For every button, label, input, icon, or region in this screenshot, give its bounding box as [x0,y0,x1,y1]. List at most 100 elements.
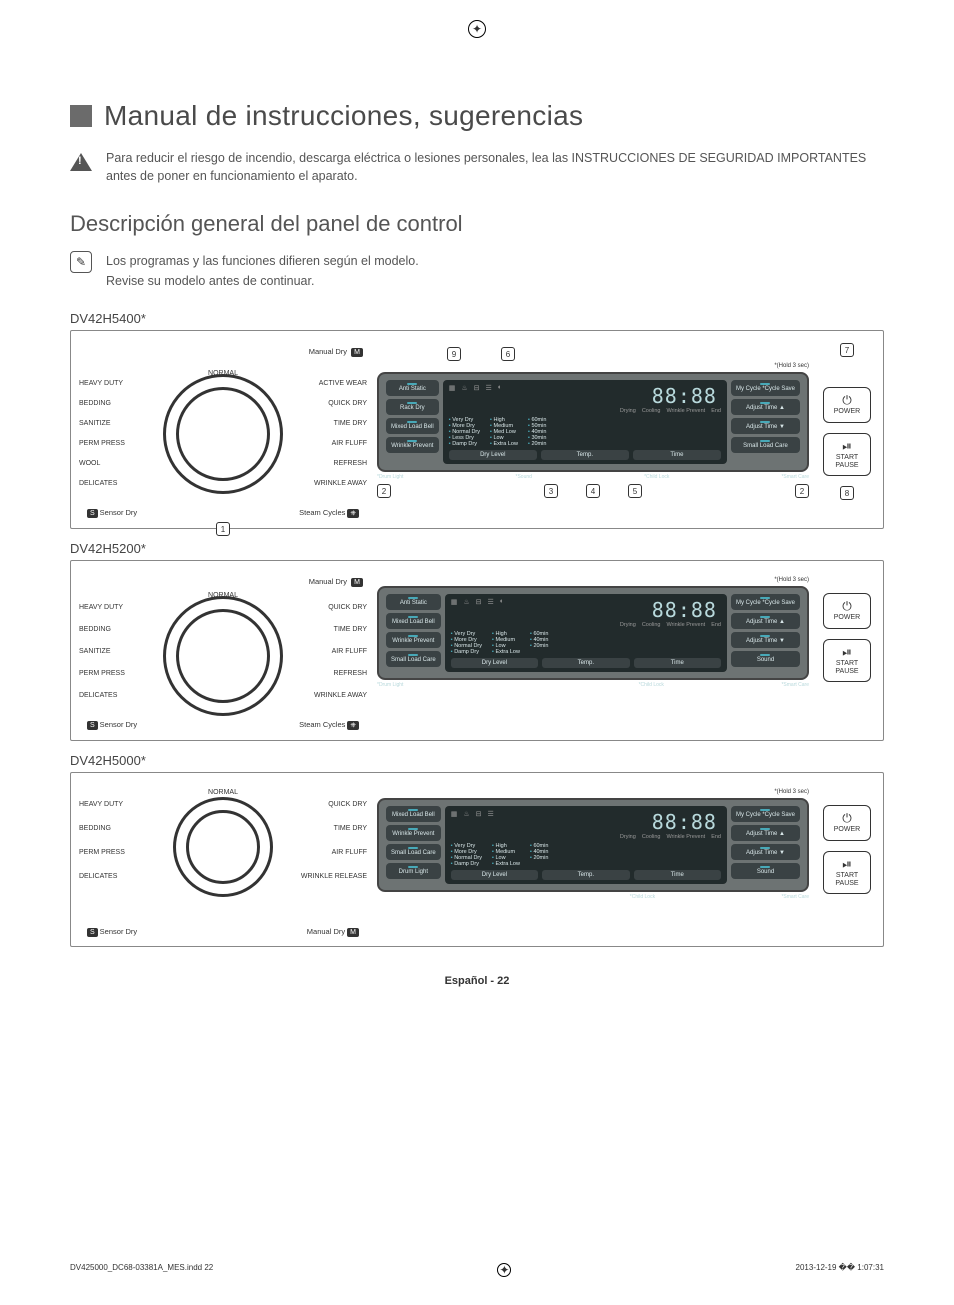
cycle-dial-m3[interactable] [173,797,273,897]
m3-tab-time[interactable]: Time [634,870,721,880]
m2-sound[interactable]: Sound [731,651,800,667]
dl-damp: Damp Dry [449,441,480,447]
lcd-display-m1: Anti Static Rack Dry Mixed Load Bell Wri… [377,372,809,472]
callout-7: 7 [840,343,854,357]
print-file: DV425000_DC68-03381A_MES.indd 22 [70,1263,213,1277]
note-icon: ✎ [70,251,92,273]
warning-text: Para reducir el riesgo de incendio, desc… [106,150,884,185]
lcd-icons-m3: ▦♨⊟☰ [451,810,494,832]
m2-tab-time[interactable]: Time [634,658,721,668]
callout-2a: 2 [377,484,391,498]
steam-m2: Steam Cycles [299,720,345,729]
foot-sound: *Sound [516,474,532,480]
hold-label-m1: *(Hold 3 sec) [377,363,809,369]
dl-airfluff: AIR FLUFF [332,440,367,447]
dl2-delicates: DELICATES [79,692,117,699]
dial-top-m2: Manual Dry [309,577,347,586]
hold-label-m2: *(Hold 3 sec) [377,577,809,583]
btn-adjust-down[interactable]: Adjust Time ▼ [731,418,800,434]
dl2-bedding: BEDDING [79,626,111,633]
power-button[interactable]: ⏻POWER [823,387,871,423]
dial-top-m1: Manual Dry [309,347,347,356]
manual-dry-m3: Manual Dry [307,927,345,936]
dl-sanitize: SANITIZE [79,420,111,427]
title-bullet-icon [70,105,92,127]
st-end: End [711,408,721,414]
start-pause-button[interactable]: ⏯STARTPAUSE [823,433,871,477]
cycle-dial-m2[interactable] [163,596,283,716]
dl-timedry: TIME DRY [334,420,367,427]
tab-time[interactable]: Time [633,450,721,460]
m2-adj-down[interactable]: Adjust Time ▼ [731,632,800,648]
warning-icon [70,153,92,171]
m2-adj-up[interactable]: Adjust Time ▲ [731,613,800,629]
start-pause-m3[interactable]: ⏯STARTPAUSE [823,851,871,895]
btn-anti-static[interactable]: Anti Static [386,380,439,396]
lcd-icons: ▦♨⊟☰◐ [449,384,502,406]
cycle-dial[interactable] [163,374,283,494]
dl3-delicates: DELICATES [79,873,117,880]
power-button-m3[interactable]: ⏻POWER [823,805,871,841]
registration-mark-icon [497,1263,511,1277]
page-title: Manual de instrucciones, sugerencias [104,100,583,132]
tab-temp[interactable]: Temp. [541,450,629,460]
model-3-label: DV42H5000* [70,753,884,768]
m3-adj-up[interactable]: Adjust Time ▲ [731,825,800,841]
dl-perm: PERM PRESS [79,440,125,447]
m3-small-load[interactable]: Small Load Care [386,844,441,860]
m3-wrinkle[interactable]: Wrinkle Prevent [386,825,441,841]
m3-adj-down[interactable]: Adjust Time ▼ [731,844,800,860]
st-drying: Drying [620,408,636,414]
m3-drum-light[interactable]: Drum Light [386,863,441,879]
play-pause-icon: ⏯ [826,440,868,453]
steam-cycles-label: Steam Cycles [299,508,345,517]
callout-6: 6 [501,347,515,361]
panel-diagram-m3: HEAVY DUTY BEDDING PERM PRESS DELICATES … [70,772,884,947]
power-icon: ⏻ [826,600,868,613]
panel-diagram-m2: Manual Dry M HEAVY DUTY BEDDING SANITIZE… [70,560,884,741]
m2-anti-static[interactable]: Anti Static [386,594,441,610]
dl-refresh: REFRESH [334,460,367,467]
m3-my-cycle[interactable]: My Cycle *Cycle Save [731,806,800,822]
btn-my-cycle[interactable]: My Cycle *Cycle Save [731,380,800,396]
btn-adjust-up[interactable]: Adjust Time ▲ [731,399,800,415]
m3-sound[interactable]: Sound [731,863,800,879]
tm-20: 20min [528,441,546,447]
dl3-quick: QUICK DRY [328,801,367,808]
model-1-label: DV42H5400* [70,311,884,326]
registration-mark-icon [468,20,486,38]
m2-my-cycle[interactable]: My Cycle *Cycle Save [731,594,800,610]
m2-mixed-load[interactable]: Mixed Load Bell [386,613,441,629]
m3-tab-temp[interactable]: Temp. [542,870,629,880]
power-button-m2[interactable]: ⏻POWER [823,593,871,629]
btn-wrinkle-prevent[interactable]: Wrinkle Prevent [386,437,439,453]
dl2-sanitize: SANITIZE [79,648,111,655]
power-icon: ⏻ [826,394,868,407]
dl3-airfluff: AIR FLUFF [332,849,367,856]
dl3-bedding: BEDDING [79,825,111,832]
sensor-badge-icon: S [87,721,98,730]
dl2-timedry: TIME DRY [334,626,367,633]
dl-active: ACTIVE WEAR [319,380,367,387]
btn-rack-dry[interactable]: Rack Dry [386,399,439,415]
play-pause-icon: ⏯ [826,858,868,871]
panel-diagram-m1: Manual Dry M HEAVY DUTY BEDDING SANITIZE… [70,330,884,529]
m2-wrinkle[interactable]: Wrinkle Prevent [386,632,441,648]
lcd-time-m3: 88:88 [494,810,721,834]
btn-mixed-load[interactable]: Mixed Load Bell [386,418,439,434]
lcd-display-m2: Anti Static Mixed Load Bell Wrinkle Prev… [377,586,809,680]
m3-tab-dry[interactable]: Dry Level [451,870,538,880]
m2-tab-dry[interactable]: Dry Level [451,658,538,668]
btn-small-load[interactable]: Small Load Care [731,437,800,453]
dl2-heavy: HEAVY DUTY [79,604,123,611]
tab-dry-level[interactable]: Dry Level [449,450,537,460]
m2-tab-temp[interactable]: Temp. [542,658,629,668]
sensor-dry-badge-icon: S [87,509,98,518]
m2-small-load[interactable]: Small Load Care [386,651,441,667]
callout-3: 3 [544,484,558,498]
dl2-quick: QUICK DRY [328,604,367,611]
start-pause-m2[interactable]: ⏯STARTPAUSE [823,639,871,683]
m3-mixed[interactable]: Mixed Load Bell [386,806,441,822]
sensor-dry-m2: Sensor Dry [100,720,138,729]
callout-9: 9 [447,347,461,361]
